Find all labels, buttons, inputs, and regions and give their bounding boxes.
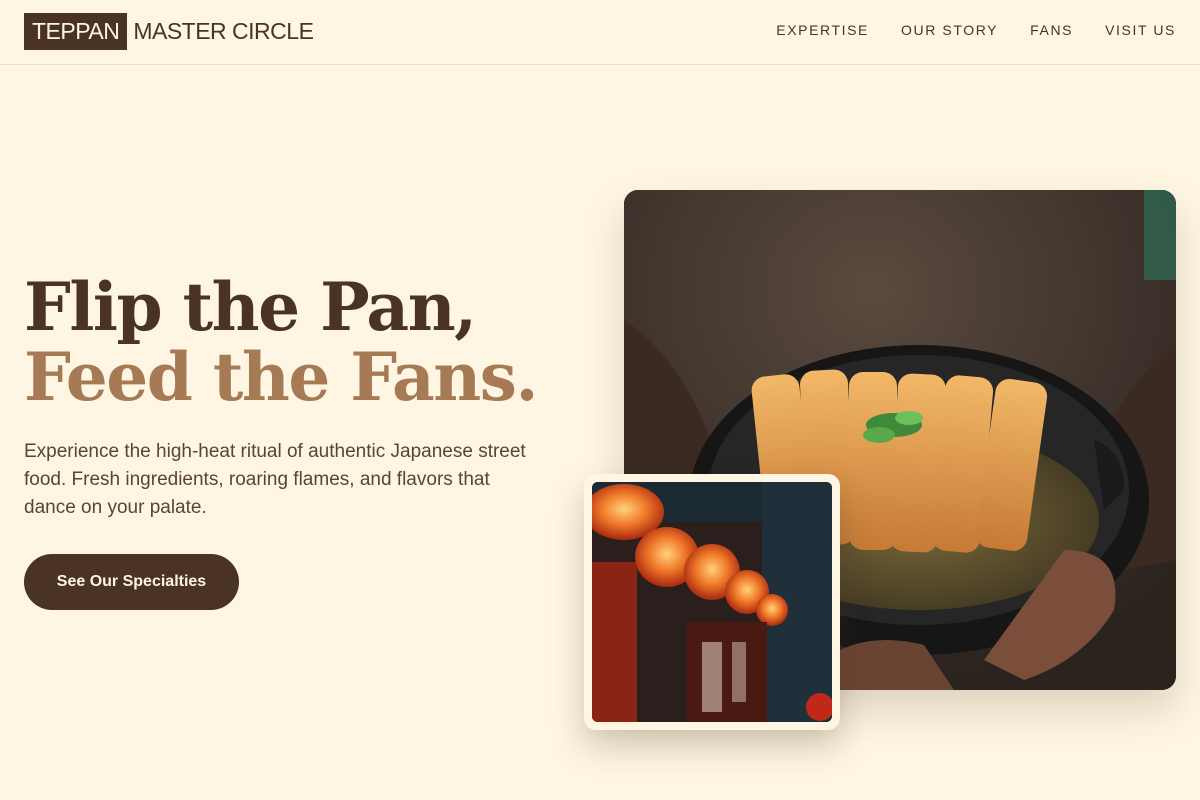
hero-headline: Flip the Pan, Feed the Fans. — [24, 268, 538, 416]
brand-boxed-text: TEPPAN — [24, 13, 128, 50]
nav-item-fans[interactable]: FANS — [1030, 22, 1073, 38]
nav-item-expertise[interactable]: EXPERTISE — [776, 22, 869, 38]
brand-text: MASTER CIRCLE — [133, 18, 314, 44]
nav-item-visit-us[interactable]: VISIT US — [1105, 22, 1176, 38]
main-nav: EXPERTISE OUR STORY FANS VISIT US — [776, 22, 1176, 38]
headline-line-1: Flip the Pan, — [24, 268, 477, 346]
lantern-street-photo — [592, 482, 832, 722]
inset-photo-frame — [584, 474, 840, 730]
site-header: TEPPAN MASTER CIRCLE EXPERTISE OUR STORY… — [0, 0, 1200, 65]
brand-logo[interactable]: TEPPAN MASTER CIRCLE — [24, 13, 314, 50]
hero-subtext: Experience the high-heat ritual of authe… — [24, 441, 526, 518]
lantern-street-illustration — [592, 482, 832, 722]
see-specialties-button[interactable]: See Our Specialties — [24, 554, 239, 610]
headline-line-2: Feed the Fans. — [24, 338, 538, 416]
nav-item-our-story[interactable]: OUR STORY — [901, 22, 998, 38]
